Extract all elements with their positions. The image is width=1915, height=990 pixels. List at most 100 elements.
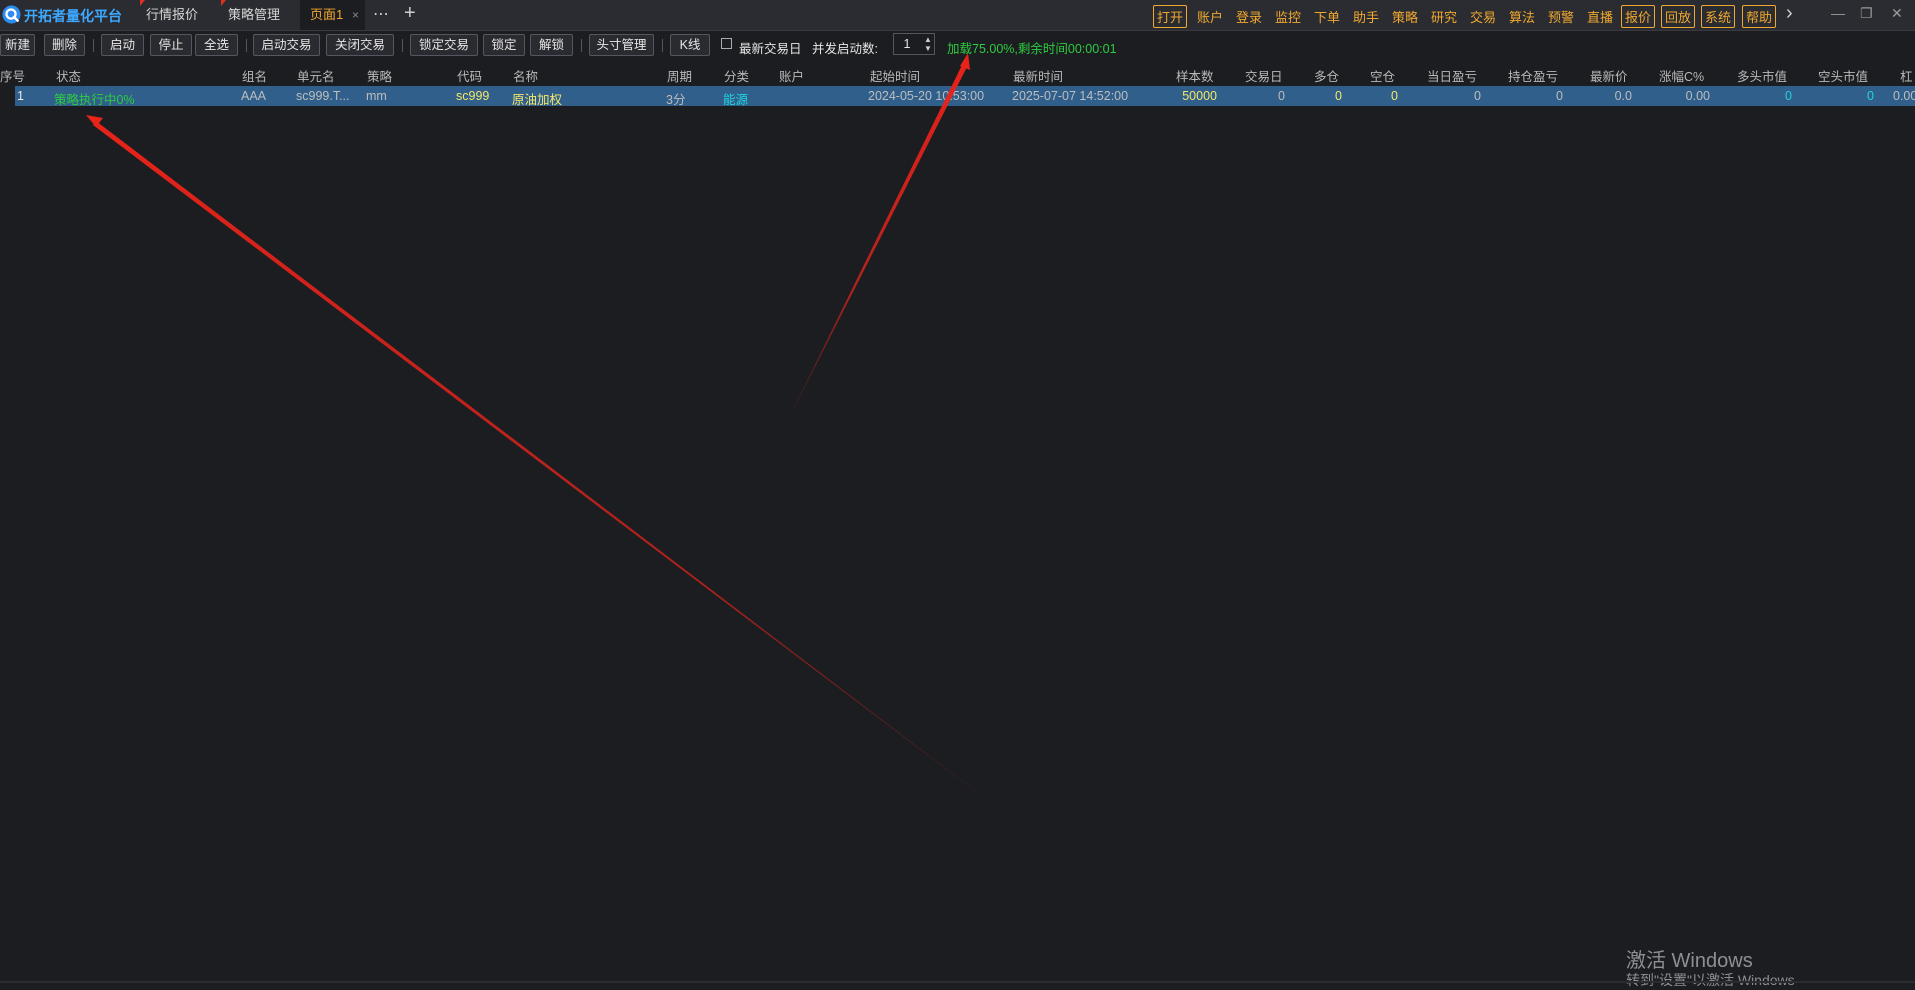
start-trading-button[interactable]: 启动交易: [253, 34, 320, 56]
app-title: 开拓者量化平台: [24, 8, 122, 24]
close-trading-button[interactable]: 关闭交易: [326, 34, 394, 56]
col-index[interactable]: 序号: [0, 66, 25, 85]
col-daily-pnl[interactable]: 当日盈亏: [1427, 66, 1477, 85]
menu-open[interactable]: 打开: [1153, 5, 1188, 28]
cell-status: 策略执行中0%: [54, 93, 135, 107]
cell-change-pct: 0.00: [1685, 89, 1710, 103]
col-status[interactable]: 状态: [56, 66, 81, 85]
tab-strategy-management[interactable]: 策略管理: [228, 0, 296, 30]
menu-strategy[interactable]: 策略: [1392, 7, 1418, 26]
col-period[interactable]: 周期: [667, 66, 692, 85]
col-latest-time[interactable]: 最新时间: [1013, 66, 1063, 85]
toolbar-separator: [402, 39, 403, 52]
app-logo-icon: [2, 5, 21, 24]
tab-marker-icon: [140, 0, 145, 6]
cell-start-time: 2024-05-20 10:53:00: [868, 89, 985, 103]
menu-monitor[interactable]: 监控: [1275, 7, 1301, 26]
new-button[interactable]: 新建: [0, 34, 35, 56]
cell-short-value: 0: [1867, 89, 1874, 103]
cell-name: 原油加权: [512, 93, 563, 107]
col-position-pnl[interactable]: 持仓盈亏: [1508, 66, 1558, 85]
close-window-icon[interactable]: ✕: [1891, 5, 1903, 22]
col-account[interactable]: 账户: [779, 66, 804, 85]
windows-activation-watermark: 激活 Windows: [1626, 950, 1753, 972]
col-strategy[interactable]: 策略: [367, 66, 392, 85]
select-all-button[interactable]: 全选: [195, 34, 238, 56]
lock-trading-button[interactable]: 锁定交易: [410, 34, 478, 56]
col-unit[interactable]: 单元名: [297, 66, 335, 85]
load-status-text: 加载75.00%,剩余时间00:00:01: [947, 42, 1117, 56]
col-name[interactable]: 名称: [513, 66, 538, 85]
tab-marker-icon: [221, 0, 226, 6]
tab-market-quotes[interactable]: 行情报价: [146, 0, 216, 30]
menu-alert[interactable]: 预警: [1548, 7, 1574, 26]
menu-live[interactable]: 直播: [1587, 7, 1613, 26]
latest-trading-day-checkbox[interactable]: [721, 38, 732, 49]
add-tab-icon[interactable]: +: [404, 2, 416, 25]
red-arrow-to-load-status-icon: [778, 63, 968, 440]
cell-period: 3分: [666, 93, 686, 107]
tab-page1-label: 页面1: [310, 7, 344, 22]
col-long-position[interactable]: 多仓: [1314, 66, 1339, 85]
bottom-border: [0, 981, 1915, 983]
cell-category: 能源: [723, 93, 749, 107]
cell-strategy: mm: [366, 89, 387, 103]
menu-replay[interactable]: 回放: [1661, 5, 1696, 28]
menu-login[interactable]: 登录: [1236, 7, 1262, 26]
col-start-time[interactable]: 起始时间: [870, 66, 920, 85]
cell-long-position: 0: [1335, 89, 1342, 103]
menu-algorithm[interactable]: 算法: [1509, 7, 1535, 26]
menu-research[interactable]: 研究: [1431, 7, 1457, 26]
col-short-value[interactable]: 空头市值: [1818, 66, 1868, 85]
minimize-icon[interactable]: —: [1831, 5, 1845, 21]
menu-order[interactable]: 下单: [1314, 7, 1340, 26]
stop-button[interactable]: 停止: [150, 34, 192, 56]
kline-button[interactable]: K线: [670, 34, 710, 56]
col-group[interactable]: 组名: [242, 66, 267, 85]
red-arrowhead-icon: [86, 115, 103, 127]
unlock-button[interactable]: 解锁: [530, 34, 573, 56]
start-button[interactable]: 启动: [101, 34, 144, 56]
position-management-button[interactable]: 头寸管理: [589, 34, 654, 56]
col-change-pct[interactable]: 涨幅C%: [1659, 66, 1704, 85]
restore-icon[interactable]: ❐: [1860, 5, 1873, 22]
toolbar-separator: [581, 39, 582, 52]
stepper-up-icon[interactable]: ▲: [924, 36, 932, 44]
cell-index: 1: [17, 89, 24, 103]
stepper-down-icon[interactable]: ▼: [924, 45, 932, 53]
menu-account[interactable]: 账户: [1197, 7, 1223, 26]
menu-help[interactable]: 帮助: [1742, 5, 1777, 28]
cell-samples: 50000: [1182, 89, 1217, 103]
tab-close-icon[interactable]: ×: [352, 0, 359, 30]
col-samples[interactable]: 样本数: [1176, 66, 1214, 85]
menu-system[interactable]: 系统: [1701, 5, 1736, 28]
col-short-position[interactable]: 空仓: [1370, 66, 1395, 85]
delete-button[interactable]: 删除: [44, 34, 85, 56]
latest-trading-day-label: 最新交易日: [739, 42, 802, 56]
toolbar-separator: [662, 39, 663, 52]
annotation-layer: [86, 53, 1040, 840]
menu-more-icon[interactable]: ›: [1786, 2, 1793, 25]
cell-unit: sc999.T...: [296, 89, 350, 103]
lock-button[interactable]: 锁定: [483, 34, 525, 56]
windows-activation-subtitle: 转到"设置"以激活 Windows: [1626, 972, 1795, 988]
col-leverage[interactable]: 杠: [1900, 66, 1913, 85]
col-last-price[interactable]: 最新价: [1590, 66, 1628, 85]
col-long-value[interactable]: 多头市值: [1737, 66, 1787, 85]
more-tabs-icon[interactable]: ⋯: [373, 4, 389, 24]
cell-trading-days: 0: [1278, 89, 1285, 103]
cell-daily-pnl: 0: [1474, 89, 1481, 103]
col-trading-days[interactable]: 交易日: [1245, 66, 1283, 85]
col-category[interactable]: 分类: [724, 66, 749, 85]
cell-leverage: 0.00: [1893, 89, 1915, 103]
cell-long-value: 0: [1785, 89, 1792, 103]
cell-short-position: 0: [1391, 89, 1398, 103]
menu-trade[interactable]: 交易: [1470, 7, 1496, 26]
cell-group: AAA: [241, 89, 267, 103]
col-code[interactable]: 代码: [457, 66, 482, 85]
concurrency-label: 并发启动数:: [812, 42, 878, 56]
menu-assistant[interactable]: 助手: [1353, 7, 1379, 26]
cell-latest-time: 2025-07-07 14:52:00: [1012, 89, 1129, 103]
toolbar-separator: [93, 39, 94, 52]
menu-quote[interactable]: 报价: [1621, 5, 1656, 28]
